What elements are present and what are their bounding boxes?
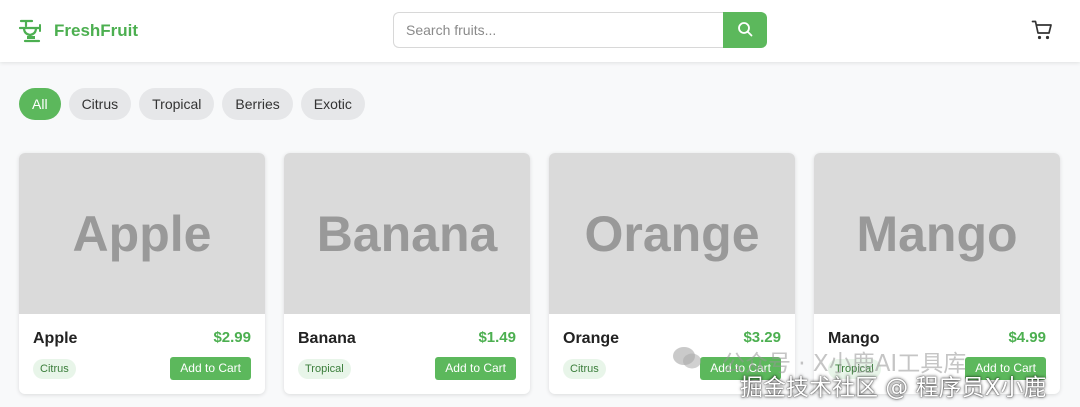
wechat-icon [672, 345, 702, 377]
watermark: 公众号 · X小鹿AI工具库 掘金技术社区 @ 程序员X小鹿 [672, 340, 1080, 407]
product-name: Orange [563, 330, 620, 347]
product-image-label: Orange [584, 205, 760, 262]
product-image-label: Apple [72, 205, 212, 262]
brand-name: FreshFruit [54, 21, 139, 40]
filter-citrus[interactable]: Citrus [68, 88, 132, 120]
cart-button[interactable] [1031, 19, 1053, 46]
filter-all[interactable]: All [19, 88, 61, 120]
fruit-juicer-icon [18, 17, 46, 45]
product-card-banana[interactable]: Banana Banana $1.49 Tropical Add to Cart [284, 153, 530, 394]
product-name: Banana [298, 330, 356, 347]
top-header: FreshFruit [0, 0, 1080, 62]
product-image-label: Mango [856, 205, 1018, 262]
category-badge: Tropical [298, 359, 351, 379]
category-badge: Citrus [33, 359, 76, 379]
search-icon [737, 21, 753, 40]
product-card-apple[interactable]: Apple Apple $2.99 Citrus Add to Cart [19, 153, 265, 394]
add-to-cart-button[interactable]: Add to Cart [170, 357, 251, 380]
search-button[interactable] [723, 12, 767, 48]
search-input[interactable] [393, 12, 723, 48]
product-name: Apple [33, 330, 78, 347]
category-filters: All Citrus Tropical Berries Exotic [19, 88, 373, 120]
category-badge: Citrus [563, 359, 606, 379]
filter-tropical[interactable]: Tropical [139, 88, 215, 120]
shopping-cart-icon [1031, 20, 1053, 45]
product-image: Apple [19, 153, 265, 314]
watermark-line-2: 掘金技术社区 @ 程序员X小鹿 [740, 375, 1047, 401]
product-price: $2.99 [213, 329, 251, 346]
product-image: Orange [549, 153, 795, 314]
product-image-label: Banana [316, 205, 498, 262]
product-price: $1.49 [478, 329, 516, 346]
product-image: Banana [284, 153, 530, 314]
filter-exotic[interactable]: Exotic [300, 88, 365, 120]
product-image: Mango [814, 153, 1060, 314]
filter-berries[interactable]: Berries [222, 88, 293, 120]
search-bar [393, 12, 767, 48]
brand-logo[interactable]: FreshFruit [18, 17, 138, 45]
add-to-cart-button[interactable]: Add to Cart [435, 357, 516, 380]
